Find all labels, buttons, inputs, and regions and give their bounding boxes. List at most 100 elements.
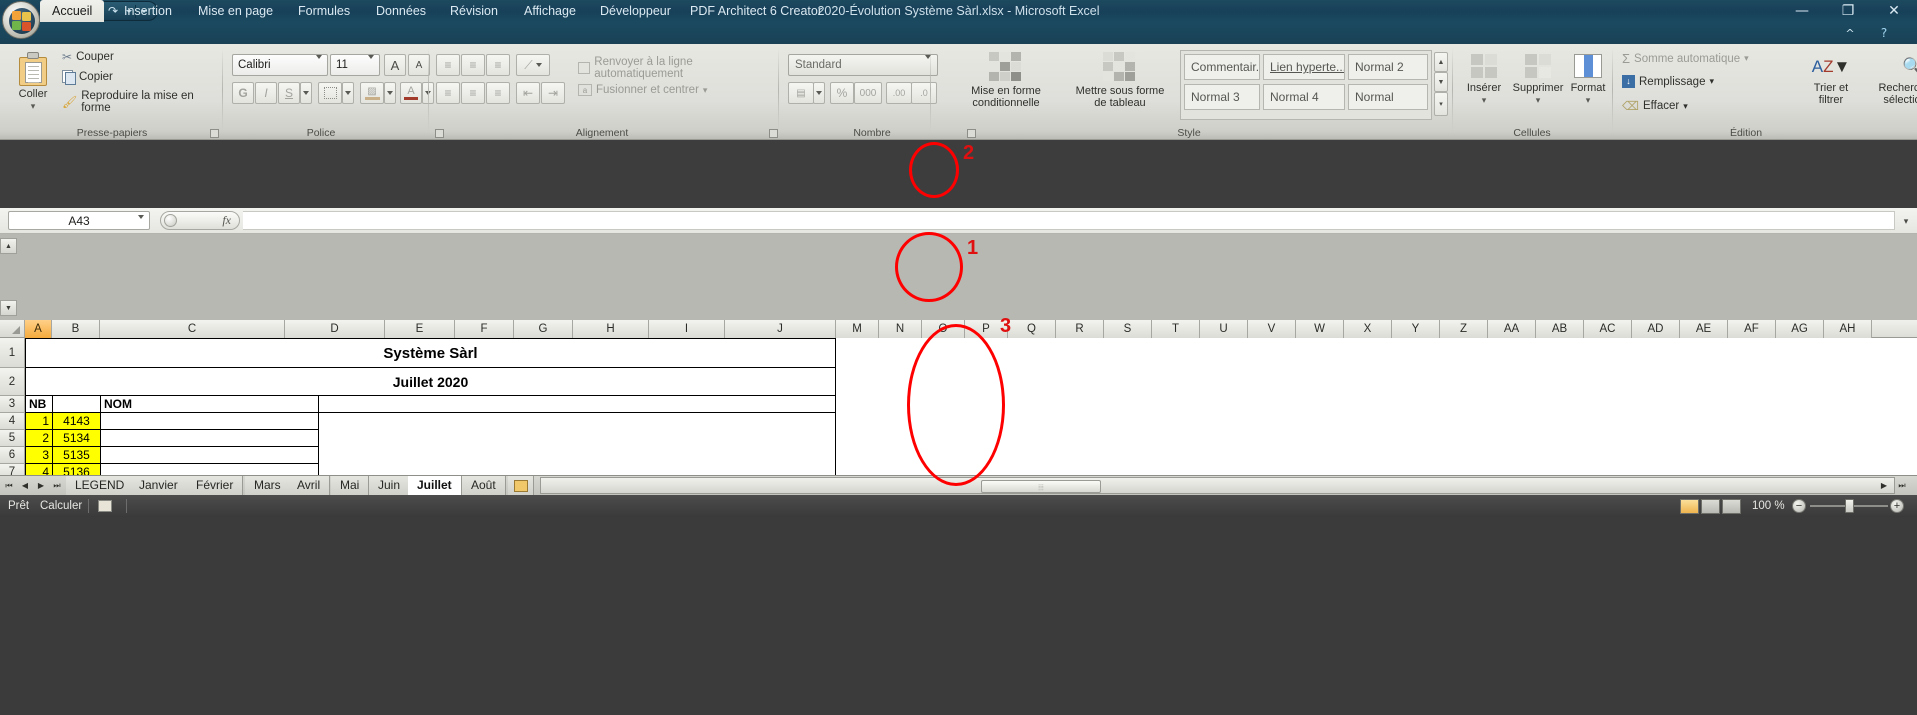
gallery-scroll-down-button[interactable]: ▼ [1434, 72, 1448, 92]
style-normal-2[interactable]: Normal 2 [1348, 54, 1428, 80]
column-header-c[interactable]: C [100, 320, 285, 338]
record-macro-button[interactable] [98, 495, 116, 517]
grow-font-button[interactable]: A [384, 54, 406, 76]
percent-style-button[interactable]: % [830, 82, 854, 104]
orientation-button[interactable]: ⟋ [516, 54, 550, 76]
font-color-button[interactable]: A [400, 82, 422, 104]
style-normal-4[interactable]: Normal 4 [1263, 84, 1345, 110]
wrap-text-button[interactable]: Renvoyer à la ligne automatiquement [578, 56, 772, 80]
format-dropdown-icon[interactable]: ▾ [1566, 94, 1610, 106]
row-header-3[interactable]: 3 [0, 396, 25, 413]
font-size-dropdown-icon[interactable] [368, 55, 374, 71]
bold-button[interactable]: G [232, 82, 254, 104]
normal-view-button[interactable] [1680, 499, 1699, 514]
name-box[interactable]: A43 [8, 211, 150, 233]
zoom-slider-handle[interactable] [1845, 499, 1854, 513]
cell-code-2[interactable]: 5134 [53, 430, 100, 446]
expand-formula-bar-button[interactable]: ▾ [1898, 213, 1914, 229]
delete-dropdown-icon[interactable]: ▾ [1510, 94, 1566, 106]
new-sheet-button[interactable] [508, 476, 534, 496]
zoom-in-button[interactable]: + [1890, 499, 1904, 513]
fill-dropdown-icon[interactable]: ▾ [1709, 76, 1714, 87]
vertical-scroll-up-button[interactable]: ▲ [0, 238, 17, 254]
minimize-button[interactable]: — [1779, 0, 1825, 22]
format-cells-button[interactable]: Format ▾ [1566, 54, 1610, 106]
italic-button[interactable]: I [255, 82, 277, 104]
ribbon-tab-developpeur[interactable]: Développeur [588, 0, 683, 22]
row-header-4[interactable]: 4 [0, 413, 25, 430]
collapse-ribbon-button[interactable]: ^ [1839, 23, 1861, 43]
borders-button[interactable] [318, 82, 342, 104]
sheet-tab-mai[interactable]: Mai [331, 476, 370, 496]
insert-dropdown-icon[interactable]: ▾ [1460, 94, 1508, 106]
column-header-g[interactable]: G [514, 320, 573, 338]
vertical-scroll-down-button[interactable]: ▼ [0, 300, 17, 316]
column-header-s[interactable]: S [1104, 320, 1152, 338]
sort-filter-button[interactable]: AZ▼ Trier et filtrer [1798, 52, 1864, 106]
style-normal[interactable]: Normal [1348, 84, 1428, 110]
font-name-combo[interactable]: Calibri [232, 54, 328, 76]
page-layout-view-button[interactable] [1701, 499, 1720, 514]
ribbon-tab-donnees[interactable]: Données [364, 0, 438, 22]
column-header-e[interactable]: E [385, 320, 455, 338]
find-select-button[interactable]: 🔍 Rechercher et sélectionner [1866, 52, 1917, 106]
font-size-combo[interactable]: 11 [330, 54, 380, 76]
increase-indent-button[interactable]: ⇥ [541, 82, 565, 104]
column-header-r[interactable]: R [1056, 320, 1104, 338]
column-header-ad[interactable]: AD [1632, 320, 1680, 338]
help-button[interactable]: ? [1873, 23, 1895, 43]
status-calc-mode[interactable]: Calculer [40, 495, 82, 517]
horizontal-scroll-thumb[interactable]: ⦙⦙⦙ [981, 480, 1101, 493]
sheet-tab-juin[interactable]: Juin [369, 476, 411, 496]
font-name-dropdown-icon[interactable] [316, 55, 322, 71]
cell-header-nom[interactable]: NOM [101, 396, 317, 412]
cell-month[interactable]: Juillet 2020 [26, 368, 835, 395]
cell-nb-2[interactable]: 2 [26, 430, 52, 446]
row-header-1[interactable]: 1 [0, 338, 25, 368]
alignment-dialog-launcher[interactable] [769, 129, 778, 138]
column-header-h[interactable]: H [573, 320, 649, 338]
fill-color-button[interactable]: ▨ [360, 82, 384, 104]
column-header-af[interactable]: AF [1728, 320, 1776, 338]
ribbon-tab-accueil[interactable]: Accueil [40, 0, 105, 22]
scroll-right-end-button[interactable]: ⏭ [1895, 478, 1909, 493]
sheet-tab-mars[interactable]: Mars [245, 476, 291, 496]
column-header-ab[interactable]: AB [1536, 320, 1584, 338]
maximize-button[interactable]: ❐ [1825, 0, 1871, 22]
paste-dropdown-icon[interactable]: ▾ [4, 100, 62, 112]
copy-button[interactable]: Copier [62, 70, 113, 85]
sheet-tab-legend[interactable]: LEGEND [66, 476, 135, 496]
fill-color-dropdown-icon[interactable] [384, 82, 396, 104]
next-sheet-button[interactable]: ▶ [34, 478, 48, 493]
select-all-button[interactable] [0, 320, 25, 338]
ribbon-tab-affichage[interactable]: Affichage [512, 0, 588, 22]
style-normal-3[interactable]: Normal 3 [1184, 84, 1260, 110]
align-bottom-button[interactable]: ≡ [486, 54, 510, 76]
underline-dropdown-icon[interactable] [300, 82, 312, 104]
merge-center-button[interactable]: a Fusionner et centrer ▾ [578, 84, 707, 96]
increase-decimal-button[interactable]: .00 [886, 82, 912, 104]
cell-header-nb[interactable]: NB [26, 396, 52, 412]
cell-nb-1[interactable]: 1 [26, 413, 52, 429]
cell-code-3[interactable]: 5135 [53, 447, 100, 463]
cell-nb-3[interactable]: 3 [26, 447, 52, 463]
cut-button[interactable]: ✂ Couper [62, 50, 114, 64]
formula-input[interactable] [243, 211, 1895, 230]
align-top-button[interactable]: ≡ [436, 54, 460, 76]
sheet-tab-janvier[interactable]: Janvier [130, 476, 188, 496]
column-header-ah[interactable]: AH [1824, 320, 1872, 338]
number-format-combo[interactable]: Standard [788, 54, 938, 76]
close-button[interactable]: ✕ [1871, 0, 1917, 22]
row-header-6[interactable]: 6 [0, 447, 25, 464]
sheet-tab-aout[interactable]: Août [462, 476, 506, 496]
horizontal-scrollbar[interactable]: ⦙⦙⦙ [540, 477, 1895, 494]
ribbon-tab-insertion[interactable]: Insertion [112, 0, 184, 22]
accounting-dropdown-icon[interactable] [813, 82, 825, 104]
column-header-t[interactable]: T [1152, 320, 1200, 338]
column-header-aa[interactable]: AA [1488, 320, 1536, 338]
delete-cells-button[interactable]: Supprimer ▾ [1510, 54, 1566, 106]
merge-dropdown-icon[interactable]: ▾ [703, 85, 708, 96]
column-header-i[interactable]: I [649, 320, 725, 338]
conditional-formatting-button[interactable]: Mise en forme conditionnelle [952, 52, 1060, 109]
column-header-f[interactable]: F [455, 320, 514, 338]
